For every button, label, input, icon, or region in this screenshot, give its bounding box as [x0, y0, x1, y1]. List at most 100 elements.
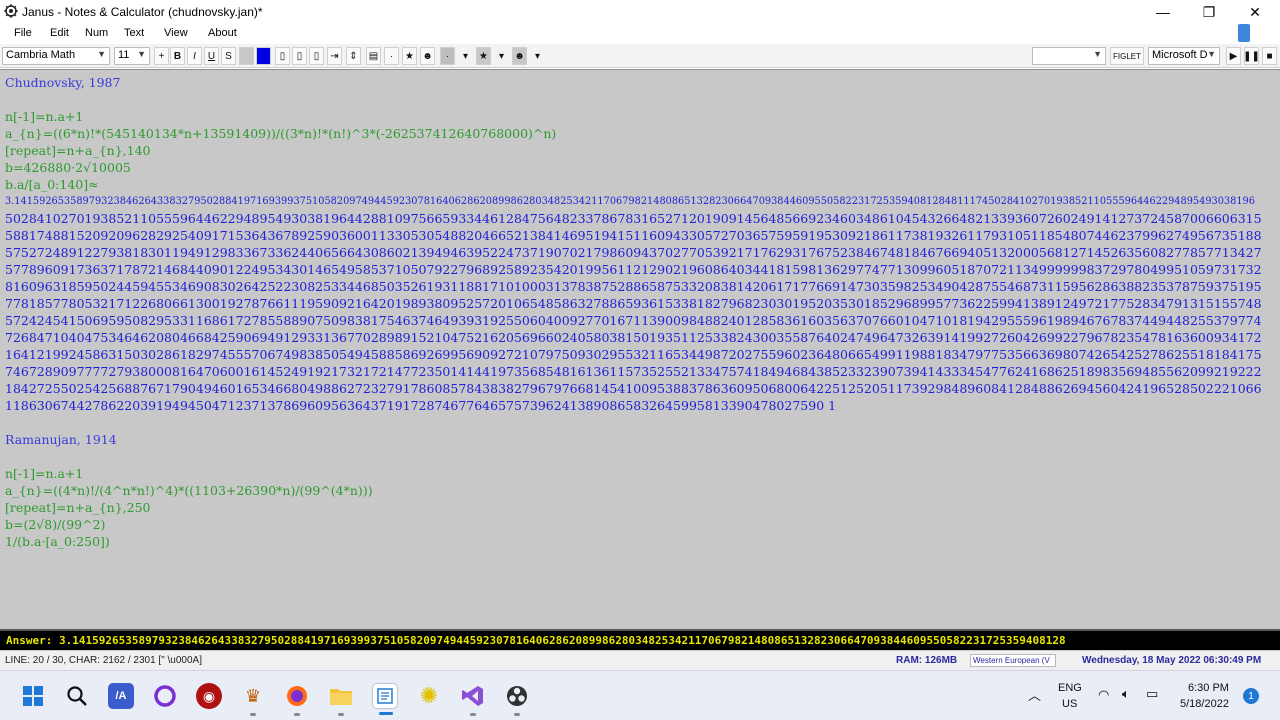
editor-line[interactable]: a_{n}=((4*n)!/(4^n*n!)^4)*((1103+26390*n…: [5, 482, 373, 499]
ram-usage: RAM: 126MB: [896, 655, 958, 666]
strike-button[interactable]: S: [221, 47, 236, 65]
align-left-icon[interactable]: ▯: [275, 47, 290, 65]
clock-date[interactable]: 5/18/2022: [1180, 698, 1229, 710]
editor-line[interactable]: 1186306744278622039194945047123713786960…: [5, 397, 836, 414]
editor-line[interactable]: [repeat]=n+a_{n},140: [5, 142, 151, 159]
align-right-icon[interactable]: ▯: [309, 47, 324, 65]
running-indicator: [250, 713, 256, 716]
editor-line[interactable]: 1842725502542568876717904946016534668049…: [5, 380, 1262, 397]
background-color-swatch[interactable]: [239, 47, 254, 65]
figlet-font-select[interactable]: Microsoft D ▼: [1148, 47, 1220, 65]
star-fill-icon[interactable]: ★: [476, 47, 491, 65]
janus-eye-icon[interactable]: ♛: [240, 683, 266, 716]
editor-line[interactable]: [repeat]=n+a_{n},250: [5, 499, 151, 516]
secondary-select[interactable]: ▼: [1032, 47, 1106, 65]
editor-line[interactable]: 3.14159265358979323846264338327950288419…: [5, 193, 1255, 210]
editor-line[interactable]: n[-1]=n.a+1: [5, 108, 83, 125]
text-color-swatch[interactable]: [256, 47, 271, 65]
editor-line[interactable]: Chudnovsky, 1987: [5, 74, 120, 91]
file-explorer-icon[interactable]: [328, 683, 354, 716]
app-red-icon[interactable]: ◉: [196, 683, 222, 709]
close-button[interactable]: ✕: [1232, 0, 1278, 24]
menu-view[interactable]: View: [164, 27, 188, 39]
chevron-down-icon: ▼: [137, 49, 146, 59]
pause-icon[interactable]: ❚❚: [1243, 47, 1260, 65]
visual-studio-icon[interactable]: [460, 683, 486, 716]
wifi-icon[interactable]: ◠: [1098, 687, 1109, 703]
editor-line[interactable]: 1/(b.a·[a_0:250]): [5, 533, 110, 550]
dot-button[interactable]: ·: [384, 47, 399, 65]
line-spacing-icon[interactable]: ⇕: [346, 47, 361, 65]
grow-font-button[interactable]: +: [154, 47, 169, 65]
editor-line[interactable]: 7268471040475346462080466842590694912933…: [5, 329, 1262, 346]
notification-badge[interactable]: 1: [1243, 688, 1259, 704]
stop-icon[interactable]: ■: [1262, 47, 1277, 65]
figlet-button[interactable]: FIGLET: [1110, 47, 1144, 65]
running-indicator: [338, 713, 344, 716]
font-size-select[interactable]: 11 ▼: [114, 47, 150, 65]
search-icon[interactable]: [64, 683, 90, 709]
visual-studio-code-icon[interactable]: /A: [108, 683, 134, 709]
status-bar: LINE: 20 / 30, CHAR: 2162 / 2301 [" \u00…: [0, 650, 1280, 670]
editor-line[interactable]: 7781857780532171226806613001927876611195…: [5, 295, 1262, 312]
encoding-select[interactable]: Western European (V: [970, 654, 1056, 667]
editor-line[interactable]: b=(2√8)/(99^2): [5, 516, 105, 533]
language-region[interactable]: US: [1062, 698, 1077, 710]
battery-icon[interactable]: ▭: [1146, 686, 1158, 702]
menu-edit[interactable]: Edit: [50, 27, 69, 39]
editor-line[interactable]: b.a/[a_0:140]≈: [5, 176, 99, 193]
minimize-button[interactable]: —: [1140, 0, 1186, 24]
chevron-down-icon[interactable]: ▾: [494, 47, 509, 65]
chevron-down-icon[interactable]: ▾: [458, 47, 473, 65]
editor-line[interactable]: 5028410270193852110555964462294895493038…: [5, 210, 1262, 227]
notepad-icon[interactable]: [372, 683, 398, 715]
answer-label: Answer:: [6, 634, 53, 647]
editor-line[interactable]: 5778960917363717872146844090122495343014…: [5, 261, 1262, 278]
align-center-icon[interactable]: ▯: [292, 47, 307, 65]
bold-button[interactable]: B: [170, 47, 185, 65]
paint-icon[interactable]: ✺: [416, 683, 442, 709]
app-gear-icon: [4, 4, 18, 18]
calculator-icon[interactable]: ▤: [366, 47, 381, 65]
font-family-select[interactable]: Cambria Math ▼: [2, 47, 110, 65]
play-icon[interactable]: ▶: [1226, 47, 1241, 65]
editor-line[interactable]: Ramanujan, 1914: [5, 431, 117, 448]
language-code[interactable]: ENG: [1058, 682, 1082, 694]
underline-button[interactable]: U: [204, 47, 219, 65]
emoji-fill-icon[interactable]: ☻: [512, 47, 527, 65]
editor-line[interactable]: 8160963185950244594553469083026425223082…: [5, 278, 1262, 295]
italic-button[interactable]: I: [187, 47, 202, 65]
volume-icon[interactable]: 🔈︎: [1122, 686, 1130, 702]
cortana-icon[interactable]: [152, 683, 178, 709]
clock-time[interactable]: 6:30 PM: [1188, 682, 1229, 694]
editor-line[interactable]: a_{n}=((6*n)!*(545140134*n+13591409))/((…: [5, 125, 556, 142]
menu-bar: File Edit Num Text View About: [0, 24, 1280, 44]
chevron-up-icon[interactable]: ︿: [1028, 685, 1041, 704]
editor-text[interactable]: Chudnovsky, 1987 n[-1]=n.a+1 a_{n}=((6*n)!…: [4, 74, 1274, 626]
editor-line[interactable]: b=426880·2√10005: [5, 159, 131, 176]
windows-start-icon[interactable]: [20, 683, 46, 709]
firefox-icon[interactable]: [284, 683, 310, 716]
editor-line[interactable]: 5724245415069595082953311686172785588907…: [5, 312, 1262, 329]
menu-file[interactable]: File: [14, 27, 32, 39]
scroll-indicator[interactable]: [1238, 24, 1250, 42]
active-indicator: [379, 712, 393, 715]
emoji-icon[interactable]: ☻: [420, 47, 435, 65]
menu-num[interactable]: Num: [85, 27, 108, 39]
editor-line[interactable]: 1641219924586315030286182974555706749838…: [5, 346, 1262, 363]
editor-line[interactable]: 5752724891227938183011949129833673362440…: [5, 244, 1262, 261]
editor-area[interactable]: Chudnovsky, 1987 n[-1]=n.a+1 a_{n}=((6*n)!…: [0, 69, 1280, 629]
gray-dot-button[interactable]: ·: [440, 47, 455, 65]
chevron-down-icon[interactable]: ▾: [530, 47, 545, 65]
editor-line[interactable]: n[-1]=n.a+1: [5, 465, 83, 482]
running-indicator: [470, 713, 476, 716]
title-bar: Janus - Notes & Calculator (chudnovsky.j…: [0, 0, 1280, 24]
star-icon[interactable]: ★: [402, 47, 417, 65]
menu-about[interactable]: About: [208, 27, 237, 39]
obs-icon[interactable]: [504, 683, 530, 716]
indent-icon[interactable]: ⇥: [327, 47, 342, 65]
maximize-button[interactable]: ❐: [1186, 0, 1232, 24]
editor-line[interactable]: 5881748815209209628292540917153643678925…: [5, 227, 1262, 244]
menu-text[interactable]: Text: [124, 27, 144, 39]
editor-line[interactable]: 7467289097777279380008164706001614524919…: [5, 363, 1262, 380]
